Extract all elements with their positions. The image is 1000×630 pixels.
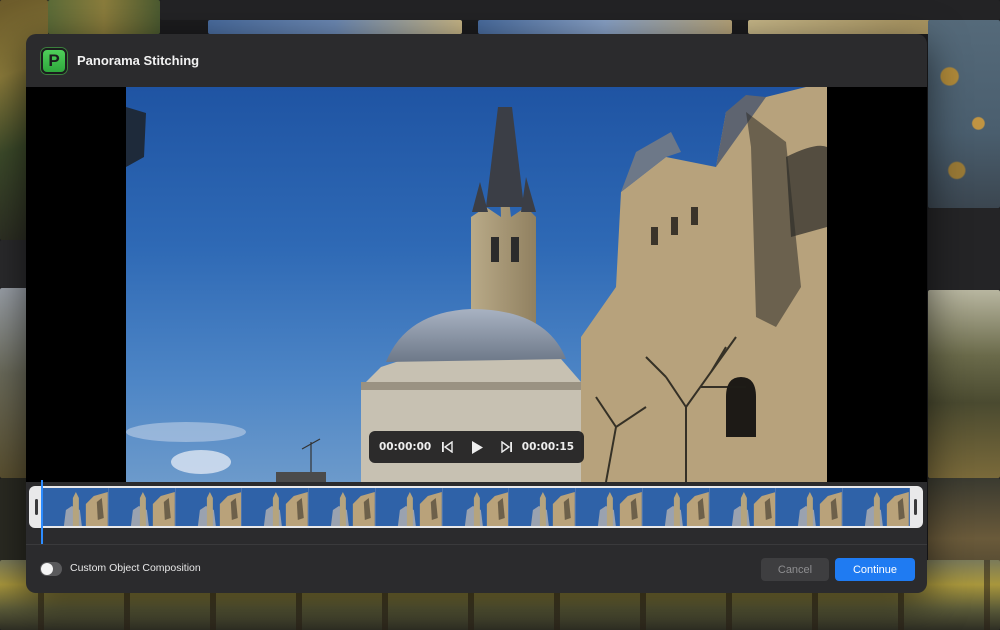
dialog-footer: Custom Object Composition Cancel Continu… bbox=[26, 544, 927, 593]
filmstrip-frame bbox=[442, 488, 510, 526]
player-controls: 00:00:00 00:00:15 bbox=[369, 431, 584, 463]
trim-handle-right[interactable] bbox=[914, 499, 917, 515]
panorama-stitching-dialog: P Panorama Stitching 00:00:00 00:00:15 C… bbox=[26, 34, 927, 593]
playhead[interactable] bbox=[41, 480, 43, 544]
filmstrip-frame bbox=[108, 488, 176, 526]
gallery-gap bbox=[928, 208, 1000, 290]
video-frame bbox=[126, 87, 827, 482]
filmstrip-frame bbox=[843, 488, 910, 526]
filmstrip-frame bbox=[42, 488, 109, 526]
gallery-thumbnail bbox=[48, 0, 160, 34]
dialog-title: Panorama Stitching bbox=[77, 53, 200, 68]
gallery-thumbnail bbox=[928, 20, 1000, 208]
filmstrip-frame bbox=[642, 488, 710, 526]
cathedral-image bbox=[126, 87, 827, 482]
app-logo-icon: P bbox=[41, 47, 67, 74]
filmstrip-frame bbox=[242, 488, 310, 526]
filmstrip-frame bbox=[375, 488, 443, 526]
gallery-gap bbox=[0, 240, 28, 288]
dialog-header: P Panorama Stitching bbox=[26, 34, 927, 87]
skip-forward-icon[interactable] bbox=[499, 439, 515, 455]
skip-back-icon[interactable] bbox=[439, 439, 455, 455]
trim-handle-left[interactable] bbox=[35, 499, 38, 515]
continue-button[interactable]: Continue bbox=[835, 558, 915, 581]
custom-object-composition-label: Custom Object Composition bbox=[70, 562, 201, 574]
gallery-thumbnail bbox=[478, 20, 732, 34]
filmstrip-frame bbox=[509, 488, 577, 526]
filmstrip-trimmer[interactable] bbox=[29, 486, 923, 528]
video-preview[interactable]: 00:00:00 00:00:15 bbox=[26, 87, 927, 482]
filmstrip[interactable] bbox=[42, 488, 910, 526]
gallery-strip bbox=[160, 0, 1000, 20]
custom-object-composition-toggle[interactable] bbox=[40, 562, 62, 576]
filmstrip-frame bbox=[175, 488, 243, 526]
transport-buttons bbox=[439, 439, 515, 455]
toggle-knob bbox=[41, 563, 53, 575]
gallery-thumbnail bbox=[748, 20, 930, 34]
filmstrip-frame bbox=[309, 488, 376, 526]
filmstrip-frame bbox=[576, 488, 643, 526]
gallery-thumbnail bbox=[0, 288, 28, 478]
gallery-thumbnail bbox=[928, 290, 1000, 478]
current-time: 00:00:00 bbox=[379, 441, 432, 453]
gallery-thumbnail bbox=[208, 20, 462, 34]
filmstrip-frame bbox=[709, 488, 777, 526]
cancel-button[interactable]: Cancel bbox=[761, 558, 829, 581]
total-time: 00:00:15 bbox=[521, 441, 574, 453]
app-logo-letter: P bbox=[48, 51, 60, 70]
play-icon[interactable] bbox=[469, 439, 485, 455]
filmstrip-frame bbox=[776, 488, 844, 526]
